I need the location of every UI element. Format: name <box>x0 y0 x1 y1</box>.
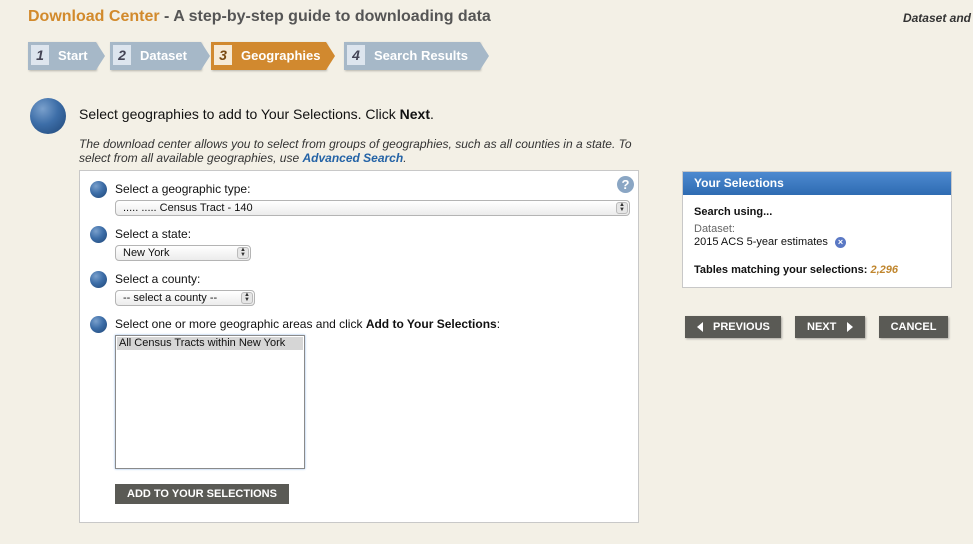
header-right-text: Dataset and <box>902 11 971 25</box>
bullet-icon <box>90 181 107 198</box>
select-arrows-icon: ▲ ▼ <box>241 292 253 304</box>
add-to-selections-button[interactable]: ADD TO YOUR SELECTIONS <box>115 484 289 504</box>
step-number: 3 <box>214 45 232 65</box>
step-dataset[interactable]: 2 Dataset <box>110 42 210 70</box>
search-using-text: Search using... <box>694 206 773 218</box>
areas-label: Select one or more geographic areas and … <box>115 317 501 331</box>
county-label: Select a county: <box>115 272 201 286</box>
download-center-brand: Download Center <box>28 8 160 25</box>
step-number: 1 <box>31 45 49 65</box>
matching-count: 2,296 <box>870 264 898 276</box>
remove-dataset-icon[interactable]: × <box>835 237 846 248</box>
selections-title: Your Selections <box>683 172 951 195</box>
help-icon[interactable]: ? <box>617 176 634 193</box>
step-label: Dataset <box>140 48 187 63</box>
your-selections-panel: Your Selections Search using... Dataset:… <box>682 171 952 288</box>
section-bullet-icon <box>30 98 66 134</box>
bullet-icon <box>90 271 107 288</box>
tables-matching-text: Tables matching your selections: 2,296 <box>694 264 898 276</box>
county-select[interactable]: -- select a county -- ▲ ▼ <box>115 290 255 306</box>
intro-text: The download center allows you to select… <box>79 137 632 165</box>
previous-button[interactable]: PREVIOUS <box>685 316 781 338</box>
page-title: Download Center - A step-by-step guide t… <box>28 8 491 26</box>
geography-panel: ? Select a geographic type: ..... ..... … <box>79 170 639 523</box>
step-label: Start <box>58 48 88 63</box>
geographic-areas-listbox[interactable]: All Census Tracts within New York <box>115 335 305 469</box>
dataset-value: 2015 ACS 5-year estimates <box>694 236 828 248</box>
state-value: New York <box>123 247 170 259</box>
cancel-button[interactable]: CANCEL <box>879 316 948 338</box>
county-value: -- select a county -- <box>123 292 218 304</box>
step-search-results[interactable]: 4 Search Results <box>344 42 489 70</box>
step-label: Search Results <box>374 48 468 63</box>
bullet-icon <box>90 316 107 333</box>
chevron-left-icon <box>697 322 703 332</box>
step-number: 2 <box>113 45 131 65</box>
step-label: Geographies <box>241 48 321 63</box>
select-arrows-icon: ▲ ▼ <box>237 247 249 259</box>
list-item[interactable]: All Census Tracts within New York <box>117 337 303 350</box>
state-select[interactable]: New York ▲ ▼ <box>115 245 251 261</box>
chevron-right-icon <box>847 322 853 332</box>
select-arrows-icon: ▲ ▼ <box>616 202 628 214</box>
advanced-search-link[interactable]: Advanced Search <box>302 151 403 165</box>
step-geographies[interactable]: 3 Geographies <box>211 42 335 70</box>
geo-type-select[interactable]: ..... ..... Census Tract - 140 ▲ ▼ <box>115 200 630 216</box>
geo-type-label: Select a geographic type: <box>115 182 251 196</box>
state-label: Select a state: <box>115 227 192 241</box>
bullet-icon <box>90 226 107 243</box>
step-number: 4 <box>347 45 365 65</box>
instruction-text: Select geographies to add to Your Select… <box>79 106 434 122</box>
previous-label: PREVIOUS <box>713 321 770 333</box>
dataset-label: Dataset: <box>694 223 735 235</box>
next-label: NEXT <box>807 321 837 333</box>
step-start[interactable]: 1 Start <box>28 42 105 70</box>
next-button[interactable]: NEXT <box>795 316 865 338</box>
geo-type-value: ..... ..... Census Tract - 140 <box>123 202 253 214</box>
page-subtitle: - A step-by-step guide to downloading da… <box>159 8 491 25</box>
